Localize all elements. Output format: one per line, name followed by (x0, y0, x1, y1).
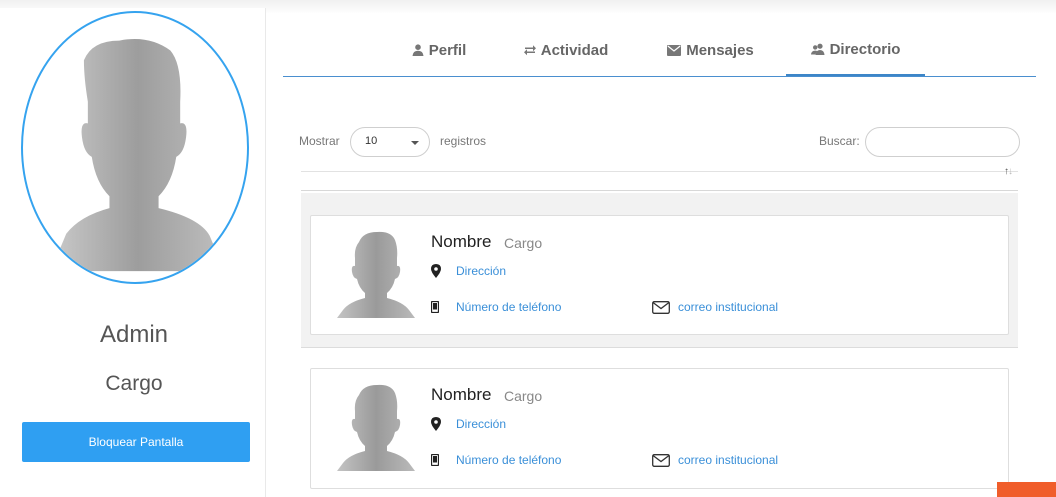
contact-role: Cargo (504, 235, 543, 251)
search-input[interactable] (865, 127, 1020, 157)
profile-tabs: Perfil Actividad Mensajes Directorio (283, 34, 1036, 77)
users-icon (810, 43, 825, 55)
records-label: registros (440, 134, 487, 148)
avatar-placeholder-icon (337, 231, 415, 318)
contact-name: Nombre (431, 232, 492, 251)
contact-phone-link[interactable]: Número de teléfono (456, 453, 561, 467)
exchange-icon (523, 45, 536, 56)
tab-directorio[interactable]: Directorio (786, 34, 925, 76)
tab-label: Perfil (428, 41, 467, 59)
user-icon (412, 44, 424, 56)
mobile-phone-icon (431, 301, 439, 313)
lock-screen-button[interactable]: Bloquear Pantalla (22, 422, 250, 462)
profile-sidebar: Admin Cargo Bloquear Pantalla (0, 8, 266, 497)
map-marker-icon (431, 264, 441, 278)
table-row: Nombre Cargo Dirección Número de teléfon… (301, 348, 1018, 497)
contact-role: Cargo (504, 388, 543, 404)
tab-perfil[interactable]: Perfil (408, 34, 470, 76)
tab-label: Directorio (829, 40, 901, 58)
profile-name: Admin (99, 321, 169, 348)
profile-page: Admin Cargo Bloquear Pantalla Perfil Act… (0, 0, 1056, 497)
table-row: Nombre Cargo Dirección Número de teléfon… (301, 193, 1018, 348)
envelope-icon (652, 301, 670, 314)
contact-card: Nombre Cargo Dirección Número de teléfon… (310, 368, 1009, 489)
page-length-value: 10 (365, 135, 378, 147)
envelope-icon (667, 44, 682, 56)
contact-name: Nombre (431, 385, 492, 404)
tab-label: Actividad (540, 41, 609, 59)
tab-mensajes[interactable]: Mensajes (663, 34, 758, 76)
avatar-placeholder-icon (337, 384, 415, 471)
profile-avatar (21, 11, 249, 284)
tab-actividad[interactable]: Actividad (521, 34, 611, 76)
contact-address-link[interactable]: Dirección (456, 264, 506, 278)
map-marker-icon (431, 417, 441, 431)
search-label: Buscar: (819, 134, 860, 148)
page-length-select[interactable]: 10 (350, 127, 430, 157)
contact-address-link[interactable]: Dirección (456, 417, 506, 431)
contact-card: Nombre Cargo Dirección Número de teléfon… (310, 215, 1009, 335)
avatar-placeholder-icon (56, 38, 220, 272)
mobile-phone-icon (431, 454, 439, 466)
contact-phone-link[interactable]: Número de teléfono (456, 300, 561, 314)
caret-down-icon (411, 141, 419, 145)
contact-email-link[interactable]: correo institucional (678, 300, 778, 314)
table-header[interactable]: ↑↓ (301, 166, 1018, 191)
envelope-icon (652, 454, 670, 467)
contact-email-link[interactable]: correo institucional (678, 453, 778, 467)
profile-role: Cargo (105, 372, 163, 395)
show-label: Mostrar (299, 134, 340, 148)
contact-avatar (337, 230, 415, 318)
contact-avatar (337, 383, 415, 471)
floating-widget-tab[interactable] (997, 482, 1056, 497)
sort-arrows-icon[interactable]: ↑↓ (1004, 166, 1013, 177)
tab-label: Mensajes (686, 41, 754, 59)
